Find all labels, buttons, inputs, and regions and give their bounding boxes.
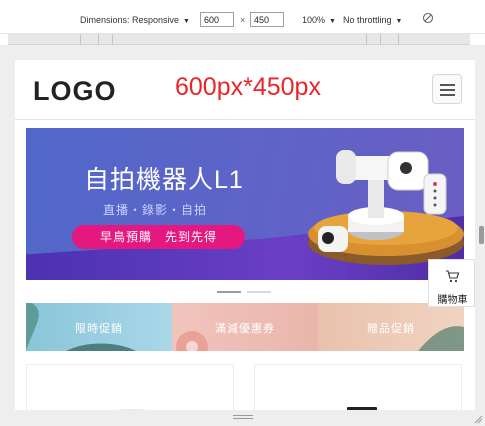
ruler-segment[interactable] — [380, 34, 381, 45]
dimensions-label: Dimensions: Responsive — [80, 15, 180, 25]
dropdown-caret-icon: ▼ — [327, 18, 336, 25]
ruler-segment[interactable] — [80, 34, 81, 45]
ruler-segment[interactable] — [366, 34, 367, 45]
product-image — [116, 409, 146, 410]
devtools-toolbar: Dimensions: Responsive ▼ × 100% ▼ No thr… — [0, 0, 485, 34]
dropdown-caret-icon: ▼ — [393, 18, 403, 25]
hamburger-menu-icon — [440, 89, 455, 91]
robot-product-image — [308, 150, 464, 265]
carousel-dot[interactable] — [247, 291, 271, 293]
carousel-dot-active[interactable] — [217, 291, 241, 293]
promo-gift[interactable]: 贈品促銷 — [318, 303, 464, 351]
scrollbar-thumb[interactable] — [479, 226, 484, 244]
throttling-value: No throttling — [343, 15, 392, 25]
site-header: LOGO 600px*450px — [15, 60, 475, 120]
resize-handle-bottom[interactable] — [233, 415, 253, 419]
hamburger-menu-icon — [440, 94, 455, 96]
product-card[interactable] — [254, 364, 462, 410]
promo-coupon[interactable]: 滿減優惠券 — [172, 303, 318, 351]
promo-flash-sale[interactable]: 限時促銷 — [26, 303, 172, 351]
cart-label: 購物車 — [437, 295, 468, 306]
promo-label: 滿減優惠券 — [215, 323, 275, 335]
height-input[interactable] — [250, 12, 284, 27]
product-card[interactable] — [26, 364, 234, 410]
ruler-segment[interactable] — [398, 34, 399, 45]
dimensions-dropdown[interactable]: Dimensions: Responsive ▼ — [80, 15, 190, 25]
hero-banner[interactable]: 自拍機器人L1 直播・錄影・自拍 早鳥預購 先到先得 — [26, 128, 464, 280]
hamburger-menu-icon — [440, 84, 455, 86]
throttling-dropdown[interactable]: No throttling ▼ — [343, 15, 402, 25]
zoom-value: 100% — [302, 15, 326, 25]
rotate-icon[interactable] — [422, 12, 434, 24]
site-logo[interactable]: LOGO — [33, 76, 117, 107]
width-input[interactable] — [200, 12, 234, 27]
cart-button[interactable]: 購物車 — [428, 259, 475, 307]
hamburger-menu-button[interactable] — [432, 74, 462, 104]
ruler-segment[interactable] — [112, 34, 113, 45]
banner-title: 自拍機器人L1 — [84, 166, 244, 194]
device-viewport: LOGO 600px*450px 自拍機器人L1 直播・錄影・自拍 早鳥預購 先… — [15, 60, 475, 410]
size-annotation: 600px*450px — [175, 73, 321, 101]
dropdown-caret-icon: ▼ — [181, 18, 190, 25]
carousel-indicators — [217, 291, 277, 295]
zoom-dropdown[interactable]: 100% ▼ — [302, 15, 336, 25]
media-query-ruler[interactable] — [8, 34, 470, 45]
resize-grip-icon[interactable] — [473, 414, 483, 424]
times-sign: × — [240, 15, 246, 25]
ruler-segment[interactable] — [98, 34, 99, 45]
promo-label: 贈品促銷 — [367, 323, 415, 335]
cart-icon — [446, 270, 460, 283]
product-image — [347, 407, 377, 410]
promo-label: 限時促銷 — [75, 323, 123, 335]
preorder-button[interactable]: 早鳥預購 先到先得 — [72, 225, 245, 249]
banner-subtitle: 直播・錄影・自拍 — [103, 203, 208, 217]
promo-categories: 限時促銷 滿減優惠券 贈品促銷 — [26, 303, 464, 351]
